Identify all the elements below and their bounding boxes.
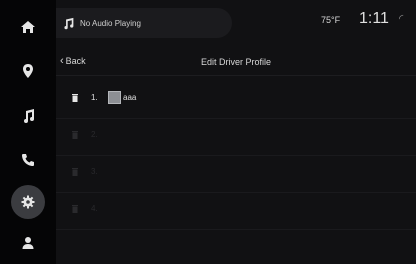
status-bar: No Audio Playing 75°F 1:11 ◜ — [56, 0, 416, 44]
home-button[interactable] — [11, 10, 45, 44]
profile-number: 1. — [91, 93, 98, 102]
profile-row: 2. — [56, 119, 416, 156]
settings-icon — [21, 195, 35, 209]
page-header: ‹ Back Edit Driver Profile — [56, 51, 416, 76]
clock: 1:11 — [359, 10, 389, 27]
profile-row: 3. — [56, 156, 416, 193]
profile-avatar — [108, 91, 121, 104]
profile-number: 2. — [91, 130, 98, 139]
trash-icon — [72, 168, 78, 176]
main-screen: No Audio Playing 75°F 1:11 ◜ ‹ Back Edit… — [56, 0, 416, 264]
profile-button[interactable] — [11, 226, 45, 260]
music-icon — [24, 109, 34, 123]
profile-number: 3. — [91, 167, 98, 176]
phone-icon — [22, 154, 34, 166]
sidebar — [0, 0, 56, 264]
trash-icon — [72, 131, 78, 139]
profile-row[interactable]: 1. aaa — [56, 82, 416, 119]
profile-row: 4. — [56, 193, 416, 230]
phone-button[interactable] — [11, 143, 45, 177]
trash-icon — [72, 205, 78, 213]
temperature: 75°F — [321, 15, 341, 25]
media-button[interactable] — [11, 99, 45, 133]
profile-name: aaa — [123, 93, 137, 102]
location-icon — [23, 64, 33, 78]
music-note-icon — [64, 17, 74, 29]
wifi-icon: ◜ — [399, 12, 404, 25]
trash-icon[interactable] — [72, 94, 78, 102]
home-icon — [21, 21, 35, 33]
profile-number: 4. — [91, 204, 98, 213]
page-title: Edit Driver Profile — [200, 57, 272, 67]
settings-button[interactable] — [11, 185, 45, 219]
audio-status: No Audio Playing — [80, 18, 141, 28]
navigation-button[interactable] — [11, 54, 45, 88]
profile-icon — [22, 237, 34, 249]
audio-widget[interactable]: No Audio Playing — [56, 8, 232, 38]
